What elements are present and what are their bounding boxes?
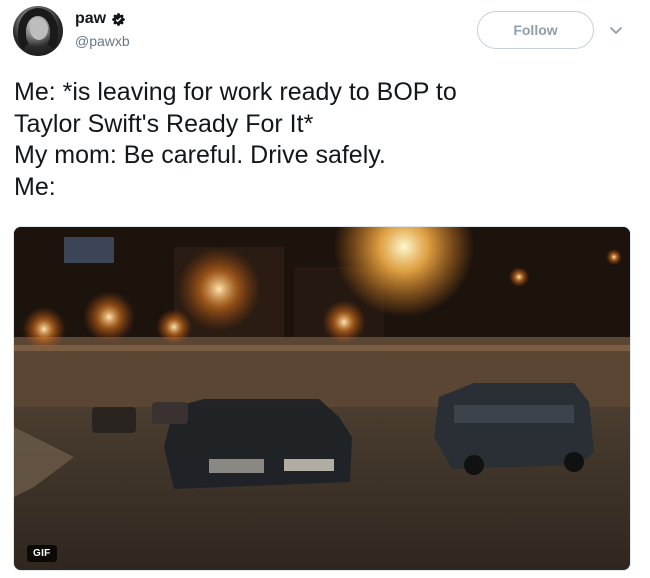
display-name-row[interactable]: paw (75, 9, 125, 29)
tweet-card: paw @pawxb Follow Me: *is leaving for wo… (0, 0, 650, 578)
chevron-down-icon[interactable] (608, 22, 624, 38)
tweet-line: My mom: Be careful. Drive safely. (14, 141, 386, 169)
gif-badge: GIF (27, 545, 57, 562)
user-handle[interactable]: @pawxb (75, 31, 130, 51)
user-info: paw @pawxb (75, 9, 130, 51)
tweet-line: Taylor Swift's Ready For It* (14, 109, 314, 138)
gif-video-thumbnail[interactable]: GIF (13, 226, 631, 571)
car-shape (164, 399, 352, 489)
avatar[interactable] (13, 6, 63, 56)
car-shape (434, 383, 594, 475)
gif-scene-image (14, 227, 630, 570)
tweet-text: Me: *is leaving for work ready to BOP to… (14, 77, 624, 203)
avatar-face (30, 18, 48, 40)
follow-button[interactable]: Follow (477, 11, 594, 49)
verified-badge-icon (112, 12, 125, 26)
tweet-line: Me: *is leaving for work ready to BOP to (14, 78, 457, 106)
display-name[interactable]: paw (75, 9, 106, 29)
tweet-line: Me: (14, 172, 56, 201)
